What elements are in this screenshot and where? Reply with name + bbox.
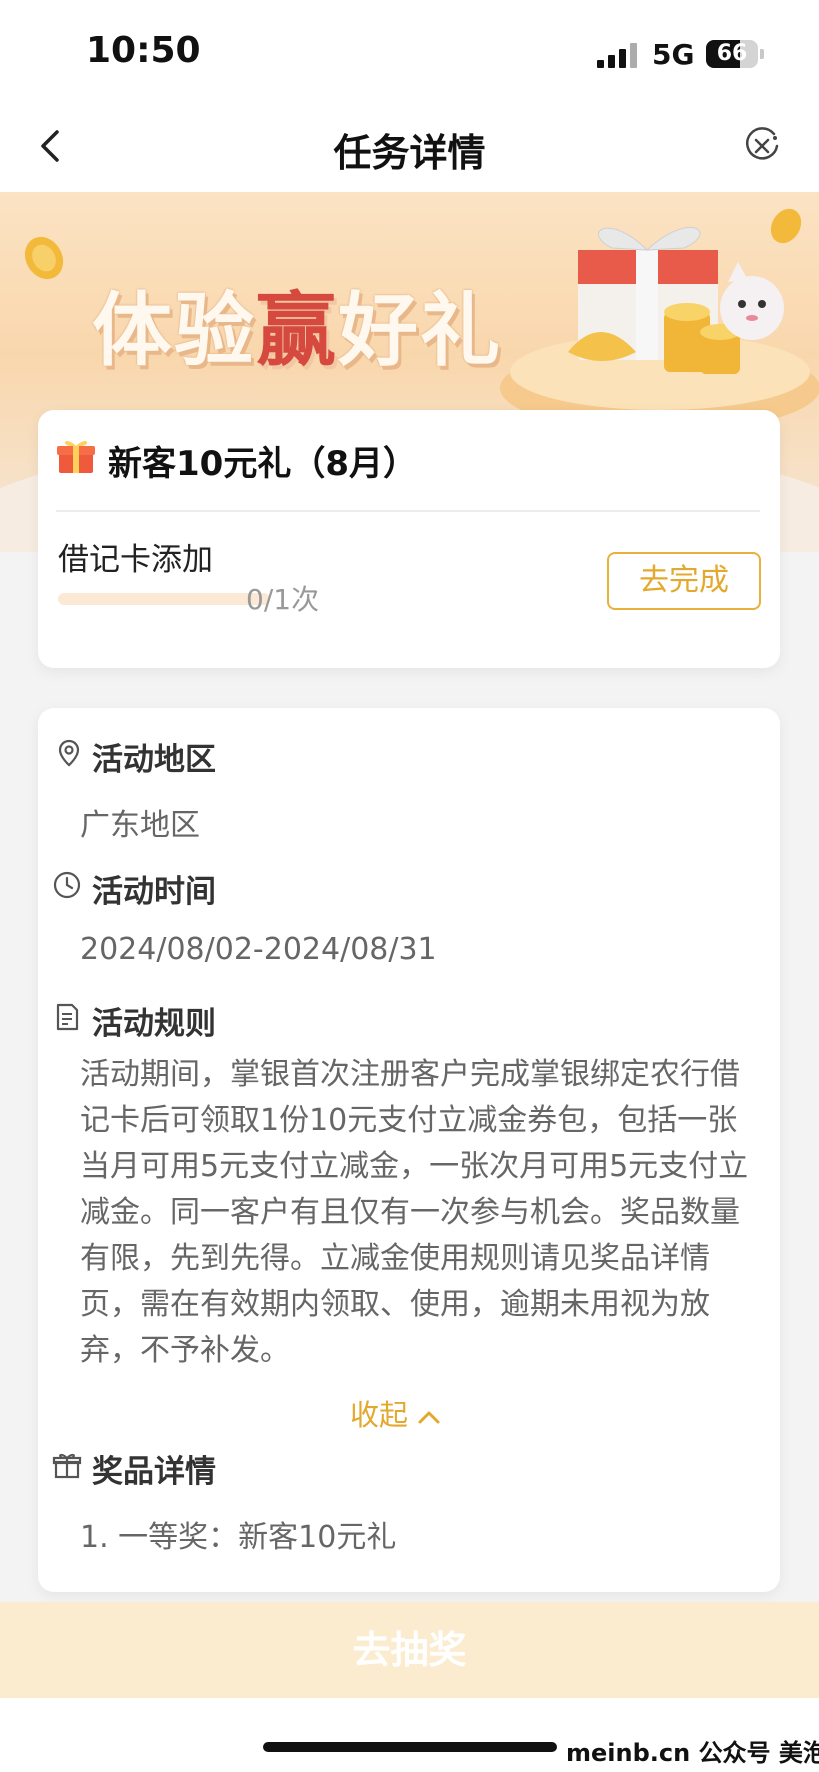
- close-button[interactable]: [740, 124, 784, 168]
- prize-item: 1. 一等奖：新客10元礼: [80, 1520, 397, 1555]
- nav-bar: 任务详情: [0, 100, 819, 192]
- region-value: 广东地区: [80, 808, 200, 843]
- collapse-label: 收起: [350, 1398, 409, 1432]
- page-title: 任务详情: [333, 131, 486, 175]
- document-icon: [56, 1003, 79, 1031]
- battery-level: 66: [716, 41, 748, 66]
- location-pin-icon: [58, 739, 80, 767]
- home-indicator: [263, 1742, 557, 1752]
- banner-slogan: 体验赢好礼: [92, 266, 502, 382]
- watermark: meinb.cn 公众号 美泡君: [566, 1739, 819, 1767]
- chevron-up-icon: [418, 1411, 440, 1424]
- divider: [56, 510, 760, 512]
- status-bar: 10:50 5G 66: [0, 0, 819, 100]
- gift-outline-icon: [52, 1453, 82, 1479]
- rules-text: 活动期间，掌银首次注册客户完成掌银绑定农行借记卡后可领取1份10元支付立减金券包…: [80, 1057, 749, 1368]
- battery-icon: 66: [706, 40, 758, 68]
- rules-title: 活动规则: [92, 1006, 216, 1042]
- signal-icon: [597, 42, 639, 68]
- battery-tip: [760, 49, 764, 59]
- time-title: 活动时间: [92, 874, 216, 910]
- collapse-button[interactable]: 收起: [350, 1392, 442, 1434]
- task-card: 新客10元礼（8月） 借记卡添加 0/1次 去完成: [38, 410, 780, 668]
- clock-icon: [53, 871, 81, 899]
- task-title: 新客10元礼（8月）: [108, 444, 417, 484]
- status-time: 10:50: [86, 30, 201, 71]
- activity-info-card: 活动地区 广东地区 活动时间 2024/08/02-2024/08/31 活动规…: [38, 708, 780, 1592]
- close-circle-icon: [746, 127, 779, 160]
- region-title: 活动地区: [92, 742, 216, 778]
- gift-icon: [57, 441, 95, 473]
- progress-text: 0/1次: [246, 583, 320, 616]
- subtask-label: 借记卡添加: [58, 542, 213, 578]
- slogan-part2: 好礼: [338, 284, 502, 377]
- time-value: 2024/08/02-2024/08/31: [80, 932, 437, 967]
- bottom-action-bar: 去抽奖: [0, 1602, 819, 1698]
- slogan-highlight: 赢: [256, 284, 338, 377]
- network-type: 5G: [652, 38, 695, 71]
- draw-lottery-button[interactable]: 去抽奖: [0, 1602, 819, 1698]
- progress-bar: [58, 593, 270, 605]
- prize-title: 奖品详情: [92, 1454, 216, 1490]
- complete-task-button[interactable]: 去完成: [607, 552, 761, 610]
- slogan-part1: 体验: [92, 284, 256, 377]
